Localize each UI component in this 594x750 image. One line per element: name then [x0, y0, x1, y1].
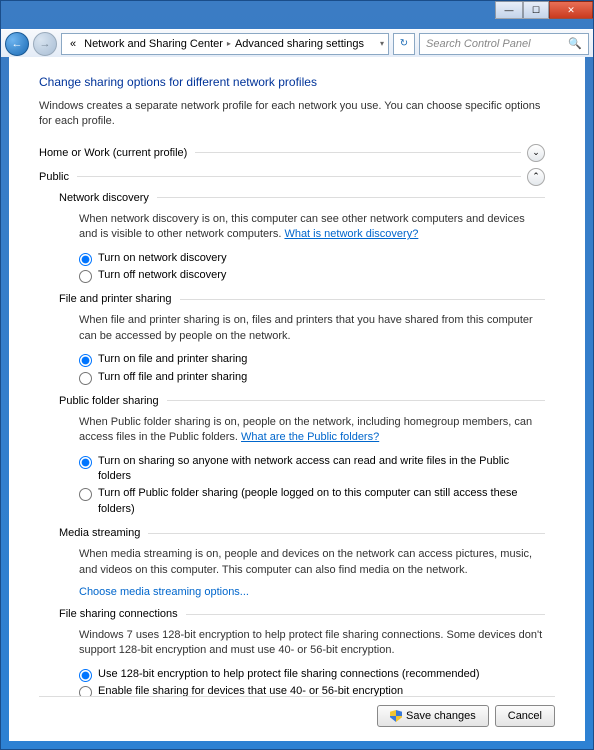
section-desc: When network discovery is on, this compu… — [79, 212, 545, 243]
shield-icon — [390, 710, 402, 722]
radio-fp-off[interactable]: Turn off file and printer sharing — [79, 370, 545, 385]
footer: Save changes Cancel — [39, 696, 555, 731]
address-bar[interactable]: « Network and Sharing Center ▸ Advanced … — [61, 33, 389, 55]
radio-fp-on[interactable]: Turn on file and printer sharing — [79, 352, 545, 367]
divider — [77, 176, 521, 177]
link-media-streaming-options[interactable]: Choose media streaming options... — [79, 586, 545, 598]
radio-pf-off[interactable]: Turn off Public folder sharing (people l… — [79, 486, 545, 517]
divider — [195, 152, 521, 153]
profile-home-label: Home or Work (current profile) — [39, 147, 187, 159]
chevron-up-icon[interactable]: ⌃ — [527, 168, 545, 186]
section-desc: When media streaming is on, people and d… — [79, 547, 545, 578]
page-title: Change sharing options for different net… — [39, 75, 545, 89]
window: — ☐ ✕ ← → « Network and Sharing Center ▸… — [0, 0, 594, 750]
breadcrumb-prefix-icon: « — [66, 38, 80, 50]
radio-nd-on[interactable]: Turn on network discovery — [79, 251, 545, 266]
radio-nd-off[interactable]: Turn off network discovery — [79, 268, 545, 283]
minimize-button[interactable]: — — [495, 1, 523, 19]
refresh-button[interactable]: ↻ — [393, 33, 415, 55]
section-desc: Windows 7 uses 128-bit encryption to hel… — [79, 628, 545, 659]
profile-public-header[interactable]: Public ⌃ — [39, 168, 545, 186]
link-public-folders[interactable]: What are the Public folders? — [241, 431, 379, 443]
section-media-streaming: Media streaming When media streaming is … — [59, 527, 545, 598]
section-title: Media streaming — [59, 527, 140, 539]
section-title: File sharing connections — [59, 608, 178, 620]
link-what-is-network-discovery[interactable]: What is network discovery? — [284, 228, 418, 240]
intro-text: Windows creates a separate network profi… — [39, 99, 545, 130]
section-network-discovery: Network discovery When network discovery… — [59, 192, 545, 284]
section-public-folder-sharing: Public folder sharing When Public folder… — [59, 395, 545, 517]
breadcrumb-item-2[interactable]: Advanced sharing settings — [231, 38, 368, 50]
maximize-button[interactable]: ☐ — [523, 1, 549, 19]
section-desc: When Public folder sharing is on, people… — [79, 415, 545, 446]
radio-fc-40-56[interactable]: Enable file sharing for devices that use… — [79, 684, 545, 696]
scroll-area[interactable]: Change sharing options for different net… — [39, 75, 555, 696]
section-title: Network discovery — [59, 192, 149, 204]
section-desc: When file and printer sharing is on, fil… — [79, 313, 545, 344]
chevron-down-icon[interactable]: ⌄ — [527, 144, 545, 162]
profile-home-header[interactable]: Home or Work (current profile) ⌄ — [39, 144, 545, 162]
section-file-printer-sharing: File and printer sharing When file and p… — [59, 293, 545, 385]
back-button[interactable]: ← — [5, 32, 29, 56]
forward-button[interactable]: → — [33, 32, 57, 56]
section-file-sharing-connections: File sharing connections Windows 7 uses … — [59, 608, 545, 696]
save-changes-button[interactable]: Save changes — [377, 705, 489, 727]
content-panel: Change sharing options for different net… — [9, 57, 585, 741]
radio-fc-128[interactable]: Use 128-bit encryption to help protect f… — [79, 667, 545, 682]
search-input[interactable]: Search Control Panel — [419, 33, 589, 55]
dropdown-icon[interactable]: ▾ — [380, 39, 384, 48]
section-title: Public folder sharing — [59, 395, 159, 407]
radio-pf-on[interactable]: Turn on sharing so anyone with network a… — [79, 454, 545, 485]
cancel-button[interactable]: Cancel — [495, 705, 555, 727]
profile-public-label: Public — [39, 171, 69, 183]
titlebar: — ☐ ✕ — [1, 1, 593, 29]
section-title: File and printer sharing — [59, 293, 172, 305]
close-button[interactable]: ✕ — [549, 1, 593, 19]
breadcrumb-item-1[interactable]: Network and Sharing Center — [80, 38, 227, 50]
navbar: ← → « Network and Sharing Center ▸ Advan… — [1, 29, 593, 57]
